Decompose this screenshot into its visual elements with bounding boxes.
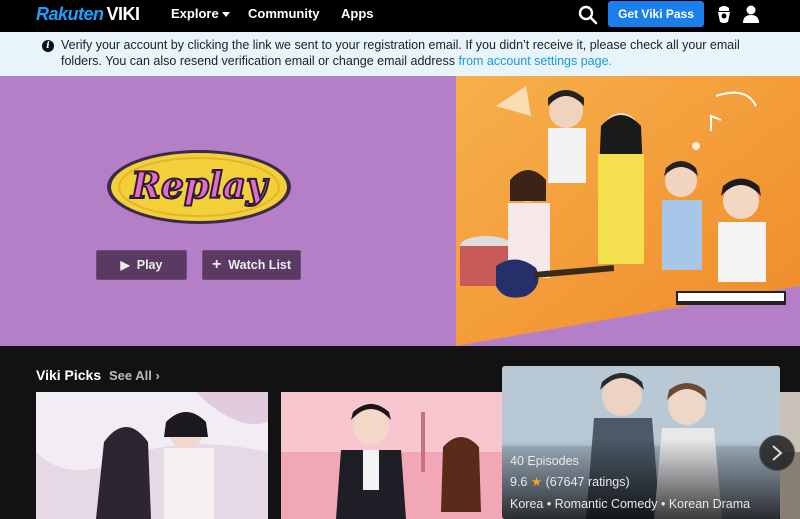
play-icon: ▶ [120,258,130,272]
episode-count: 40 Episodes [510,454,579,468]
plus-icon: + [211,256,222,273]
see-all-link[interactable]: See All › [109,368,160,383]
featured-show-card[interactable]: 40 Episodes 9.6 ★ (67647 ratings) Korea … [502,366,780,519]
watch-list-button[interactable]: + Watch List [202,250,301,280]
gift-icon[interactable] [715,4,733,24]
play-button[interactable]: ▶ Play [96,250,187,280]
chevron-right-icon [772,445,783,461]
show-card[interactable] [36,392,268,519]
top-nav: Rakuten VIKI Explore Community Apps Get V… [0,0,800,32]
nav-explore[interactable]: Explore [171,6,230,21]
hero-banner: Replay ▶ Play + Watch List [0,76,800,346]
rakuten-viki-logo[interactable]: Rakuten VIKI [36,4,140,25]
get-viki-pass-button[interactable]: Get Viki Pass [608,1,704,27]
show-card[interactable] [281,392,513,519]
genre-tags: Korea • Romantic Comedy • Korean Drama [510,497,751,511]
account-settings-link[interactable]: from account settings page. [458,54,612,68]
show-logo[interactable]: Replay [104,146,294,228]
chevron-down-icon [221,12,230,18]
verification-notice: i Verify your account by clicking the li… [0,32,800,76]
rating: 9.6 ★ (67647 ratings) [510,475,630,489]
viki-picks-title: Viki Picks [36,367,102,383]
nav-apps[interactable]: Apps [341,6,374,21]
carousel-next-button[interactable] [759,435,795,471]
nav-community[interactable]: Community [248,6,320,21]
info-icon: i [42,40,54,52]
search-icon[interactable] [578,5,598,25]
star-icon: ★ [530,475,543,489]
user-icon[interactable] [742,4,760,24]
show-logo-text: Replay [130,165,269,207]
hero-poster-image[interactable] [456,76,800,346]
chevron-right-icon: › [151,368,160,383]
